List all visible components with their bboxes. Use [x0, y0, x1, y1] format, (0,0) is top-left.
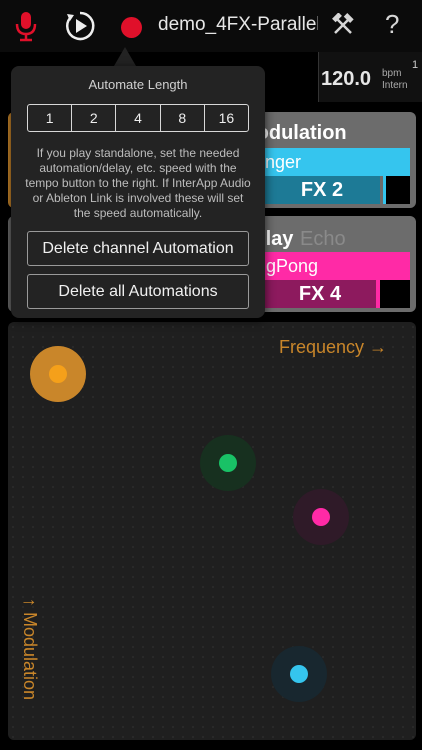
tempo-unit: bpm	[382, 68, 402, 79]
delete-channel-automation-button[interactable]: Delete channel Automation	[27, 231, 249, 266]
delete-all-automations-button[interactable]: Delete all Automations	[27, 274, 249, 309]
length-option-2[interactable]: 2	[72, 105, 117, 131]
popover-description: If you play standalone, set the needed a…	[25, 146, 251, 220]
microphone-icon[interactable]	[12, 10, 40, 42]
pink-dot[interactable]	[312, 508, 330, 526]
record-icon[interactable]	[121, 17, 142, 38]
delay-fx[interactable]: FX 4	[264, 280, 376, 308]
y-axis-label: ↑ Modulation	[20, 598, 40, 701]
x-axis-label: Frequency →	[279, 337, 388, 357]
delay-alt-title: Echo	[300, 228, 346, 250]
tempo-source: Intern	[382, 80, 408, 91]
popover-arrow	[114, 47, 136, 66]
bar-counter: 1	[412, 59, 419, 71]
automation-popover: Automate Length 1 2 4 8 16 If you play s…	[11, 66, 265, 318]
delay-level[interactable]	[376, 280, 410, 308]
length-option-16[interactable]: 16	[205, 105, 248, 131]
green-dot[interactable]	[219, 454, 237, 472]
help-button[interactable]: ?	[385, 9, 399, 40]
song-title[interactable]: demo_4FX-Parallel	[158, 14, 318, 36]
cyan-dot[interactable]	[290, 665, 308, 683]
tempo-value: 120.0	[321, 68, 372, 90]
length-option-1[interactable]: 1	[28, 105, 73, 131]
modulation-level[interactable]	[383, 176, 410, 204]
popover-title: Automate Length	[88, 77, 188, 92]
orange-dot[interactable]	[49, 365, 67, 383]
automate-length-selector: 1 2 4 8 16	[27, 104, 249, 132]
length-option-4[interactable]: 4	[116, 105, 161, 131]
play-circle-icon[interactable]	[64, 10, 96, 42]
tools-icon[interactable]	[331, 13, 355, 37]
modulation-fx[interactable]: FX 2	[264, 176, 380, 204]
length-option-8[interactable]: 8	[161, 105, 205, 131]
